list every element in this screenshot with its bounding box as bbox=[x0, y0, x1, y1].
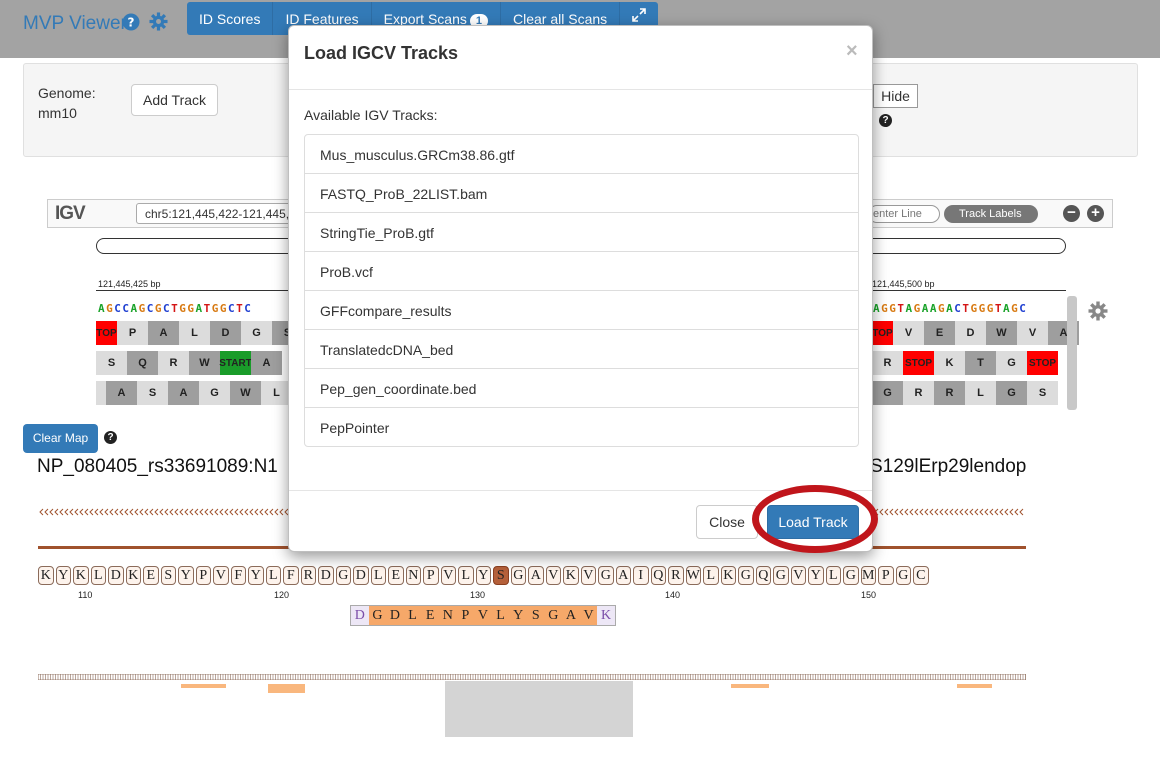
available-tracks-label: Available IGV Tracks: bbox=[304, 107, 438, 123]
track-item[interactable]: Pep_gen_coordinate.bed bbox=[304, 368, 859, 408]
track-item[interactable]: GFFcompare_results bbox=[304, 290, 859, 330]
track-item[interactable]: Mus_musculus.GRCm38.86.gtf bbox=[304, 134, 859, 174]
close-button[interactable]: Close bbox=[696, 505, 758, 539]
track-item[interactable]: TranslatedcDNA_bed bbox=[304, 329, 859, 369]
load-tracks-modal: Load IGCV Tracks × Available IGV Tracks:… bbox=[288, 25, 873, 552]
track-item[interactable]: ProB.vcf bbox=[304, 251, 859, 291]
close-icon[interactable]: × bbox=[846, 40, 858, 63]
modal-title: Load IGCV Tracks bbox=[304, 43, 459, 63]
highlight-ring-annotation bbox=[752, 485, 878, 553]
track-item[interactable]: PepPointer bbox=[304, 407, 859, 447]
track-item[interactable]: StringTie_ProB.gtf bbox=[304, 212, 859, 252]
modal-header-divider bbox=[289, 89, 872, 90]
track-list: Mus_musculus.GRCm38.86.gtf FASTQ_ProB_22L… bbox=[304, 134, 859, 447]
track-item[interactable]: FASTQ_ProB_22LIST.bam bbox=[304, 173, 859, 213]
